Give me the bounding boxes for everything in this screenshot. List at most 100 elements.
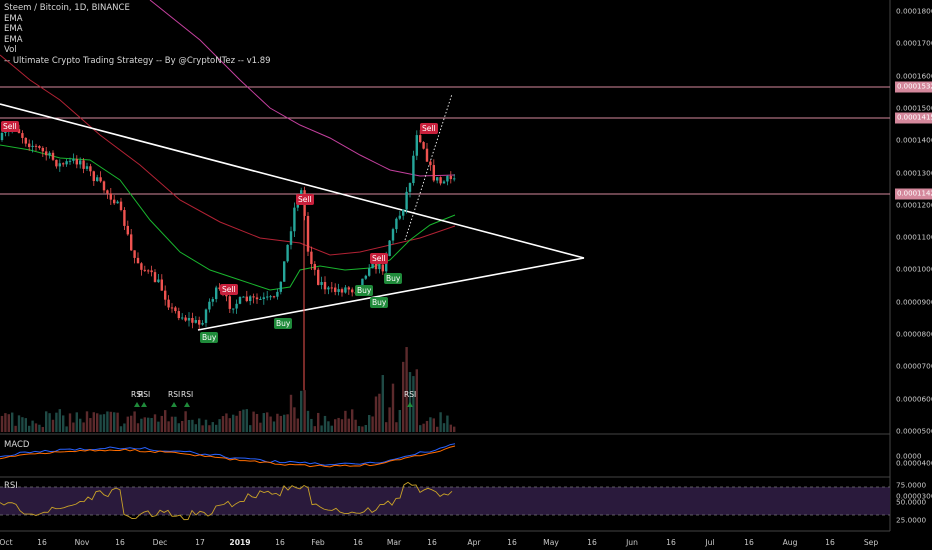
volume-bar bbox=[364, 424, 367, 432]
candle-body bbox=[286, 244, 289, 262]
candle-body bbox=[191, 317, 194, 323]
ema-mid-line[interactable] bbox=[0, 54, 456, 256]
volume-bar bbox=[235, 415, 238, 432]
volume-bar bbox=[51, 419, 55, 432]
price-axis-label: 0.0001100 bbox=[896, 232, 932, 242]
volume-bar bbox=[55, 412, 58, 432]
candle-body bbox=[28, 143, 31, 148]
candle-body bbox=[51, 152, 55, 160]
volume-bar bbox=[17, 415, 21, 432]
chart-stage[interactable]: Steem / Bitcoin, 1D, BINANCE EMA EMA EMA… bbox=[0, 0, 932, 550]
volume-bar bbox=[412, 376, 415, 432]
volume-bar bbox=[337, 417, 340, 432]
rsi-axis-label: 25.0000 bbox=[896, 515, 927, 525]
candle-body bbox=[177, 311, 180, 319]
price-axis-label: 0.0000700 bbox=[896, 361, 932, 371]
volume-bar bbox=[323, 415, 327, 432]
candle-body bbox=[89, 166, 92, 172]
date-axis-label: 16 bbox=[275, 538, 285, 547]
rsi-marker-label: RSI bbox=[138, 390, 151, 399]
candle-body bbox=[378, 264, 381, 270]
candle-body bbox=[425, 148, 429, 162]
volume-bar bbox=[283, 414, 286, 432]
date-axis-label: Jun bbox=[626, 538, 638, 547]
volume-bar bbox=[449, 424, 452, 432]
candle-body bbox=[405, 191, 408, 210]
volume-bar bbox=[259, 422, 262, 432]
volume-bar bbox=[351, 409, 354, 432]
candle-body bbox=[381, 264, 384, 272]
volume-bar bbox=[439, 412, 442, 432]
volume-bar bbox=[85, 411, 89, 432]
volume-bar bbox=[133, 411, 136, 432]
candle-body bbox=[72, 158, 75, 161]
volume-bar bbox=[303, 390, 306, 432]
rsi-up-triangle-icon bbox=[407, 402, 413, 407]
volume-bar bbox=[398, 409, 401, 432]
candle-body bbox=[34, 145, 38, 147]
volume-bar bbox=[194, 424, 197, 432]
volume-bar bbox=[218, 419, 221, 432]
candle-body bbox=[157, 279, 160, 283]
volume-bar bbox=[11, 412, 14, 432]
candle-body bbox=[340, 289, 344, 293]
candle-body bbox=[276, 291, 279, 297]
candle-body bbox=[167, 299, 170, 308]
volume-bar bbox=[419, 425, 422, 432]
candle-body bbox=[113, 199, 116, 204]
volume-bar bbox=[106, 411, 109, 432]
volume-bar bbox=[310, 418, 313, 432]
buy-signal-label: Buy bbox=[384, 273, 403, 284]
sell-signal-label: Sell bbox=[370, 253, 388, 264]
buy-signal-label: Buy bbox=[355, 285, 374, 296]
candle-body bbox=[170, 307, 174, 309]
volume-bar bbox=[228, 418, 231, 432]
volume-bar bbox=[272, 421, 276, 432]
projection-dotted-line[interactable] bbox=[404, 93, 453, 241]
rsi-up-triangle-icon bbox=[171, 402, 177, 407]
volume-bar bbox=[245, 409, 248, 432]
rsi-up-triangle-icon bbox=[184, 402, 190, 407]
price-axis-label: 0.0001800 bbox=[896, 6, 932, 16]
volume-bar bbox=[300, 390, 303, 432]
candle-body bbox=[446, 175, 449, 182]
candle-body bbox=[109, 193, 112, 200]
candle-body bbox=[249, 296, 252, 302]
volume-bar bbox=[415, 369, 418, 432]
volume-bar bbox=[187, 419, 191, 432]
volume-bar bbox=[344, 410, 347, 432]
price-chart[interactable] bbox=[0, 0, 932, 550]
symbol-title: Steem / Bitcoin, 1D, BINANCE bbox=[4, 3, 130, 13]
triangle-lower-trendline[interactable] bbox=[197, 257, 585, 331]
price-axis-label: 0.0001600 bbox=[896, 71, 932, 81]
candle-body bbox=[211, 299, 214, 302]
volume-bar bbox=[160, 415, 163, 432]
volume-bar bbox=[453, 426, 456, 432]
volume-bar bbox=[62, 415, 65, 432]
candle-body bbox=[320, 282, 323, 285]
candle-body bbox=[79, 160, 82, 165]
candle-body bbox=[150, 270, 153, 273]
candle-body bbox=[136, 257, 140, 264]
volume-bar bbox=[225, 413, 228, 432]
volume-bar bbox=[429, 417, 432, 432]
rsi-marker-label: RSI bbox=[404, 390, 417, 399]
volume-bar bbox=[269, 416, 272, 432]
date-axis-label: Sep bbox=[863, 538, 879, 547]
volume-bar bbox=[48, 413, 51, 432]
sell-signal-label: Sell bbox=[220, 284, 238, 295]
date-axis-label: 16 bbox=[427, 538, 437, 547]
rsi-axis-label: 75.0000 bbox=[896, 480, 927, 490]
volume-bar bbox=[28, 425, 31, 432]
volume-bar bbox=[14, 425, 17, 432]
candle-body bbox=[75, 158, 78, 165]
candle-body bbox=[432, 165, 435, 181]
volume-bar bbox=[320, 425, 323, 432]
candle-body bbox=[272, 296, 276, 298]
volume-bar bbox=[164, 410, 167, 432]
date-axis-label: Dec bbox=[152, 538, 168, 547]
macd-pane-label: MACD bbox=[4, 440, 30, 450]
candle-body bbox=[306, 215, 310, 252]
candle-body bbox=[160, 279, 163, 291]
volume-bar bbox=[174, 416, 177, 432]
